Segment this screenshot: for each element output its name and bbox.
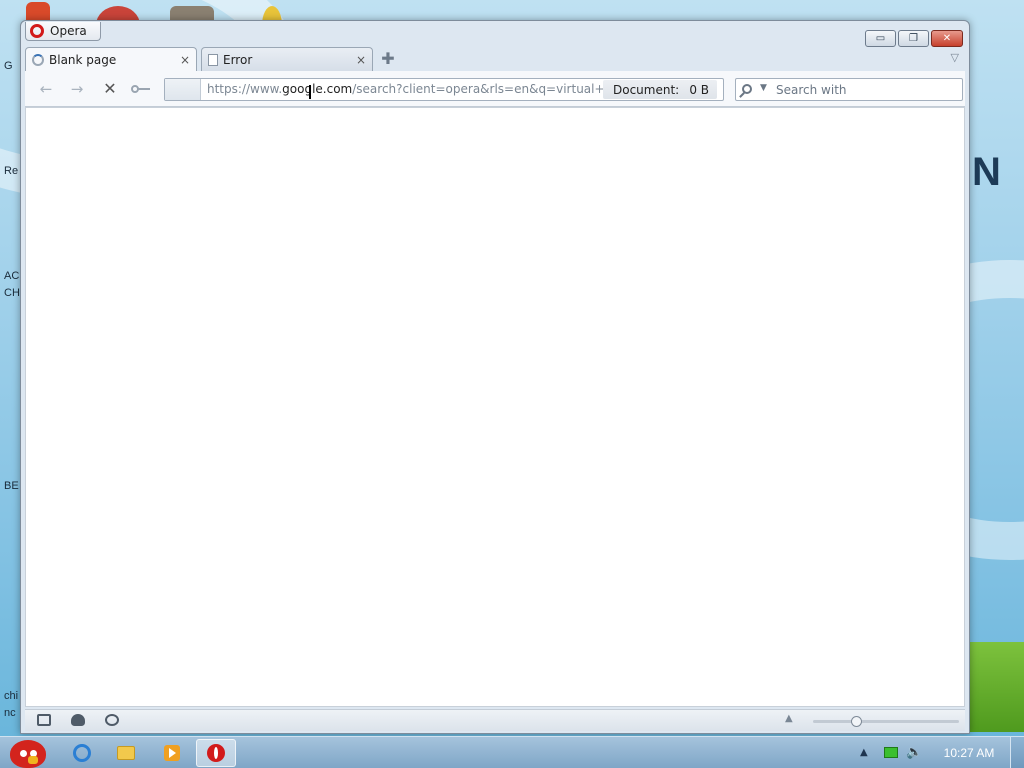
media-player-icon <box>164 745 180 761</box>
desktop-icon-label[interactable]: AC <box>4 270 19 282</box>
page-icon <box>208 53 218 66</box>
opera-logo-icon <box>30 24 44 38</box>
tab-error[interactable]: Error × <box>201 47 373 71</box>
opera-icon <box>207 744 225 762</box>
view-menu-arrow-icon[interactable]: ▲ <box>785 713 793 724</box>
taskbar-media-player[interactable] <box>152 739 192 767</box>
taskbar: ▲ 🔈 10:27 AM <box>0 736 1024 768</box>
key-shaft <box>138 88 150 90</box>
taskbar-internet-explorer[interactable] <box>62 739 102 767</box>
panel-toggle-icon[interactable] <box>37 714 51 726</box>
document-size: 0 B <box>689 82 709 97</box>
taskbar-file-explorer[interactable] <box>106 739 146 767</box>
close-window-button[interactable]: ✕ <box>931 30 963 47</box>
desktop-icon-label[interactable]: CH <box>4 287 20 299</box>
close-tab-icon[interactable]: × <box>180 53 190 67</box>
site-info-badge[interactable] <box>165 79 201 100</box>
url-domain: google.com <box>282 82 353 96</box>
tab-blank-page[interactable]: Blank page × <box>25 47 197 71</box>
volume-icon[interactable]: 🔈 <box>906 745 922 760</box>
restore-button[interactable]: ❐ <box>898 30 929 47</box>
document-size-indicator: Document: 0 B <box>603 80 717 99</box>
url-prefix: https://www. <box>207 82 283 96</box>
wallpaper-letter: N <box>972 150 1001 194</box>
turbo-speed-icon[interactable] <box>105 714 119 726</box>
opera-menu-label: Opera <box>50 24 87 38</box>
network-icon[interactable] <box>884 747 898 758</box>
opera-browser-window: Opera ▭ ❐ ✕ Blank page × Error × ✚ ▽ ← →… <box>20 20 970 734</box>
system-clock[interactable]: 10:27 AM <box>934 746 1004 760</box>
text-cursor-icon <box>309 85 311 99</box>
page-content[interactable] <box>25 107 965 707</box>
taskbar-opera[interactable] <box>196 739 236 767</box>
show-hidden-icons-icon[interactable]: ▲ <box>860 747 868 758</box>
loading-spinner-icon <box>32 53 44 66</box>
tab-menu-chevron-icon[interactable]: ▽ <box>951 51 959 64</box>
search-box[interactable]: ▼ Search with <box>735 78 963 101</box>
angry-bird-start-icon <box>10 740 46 768</box>
minimize-button[interactable]: ▭ <box>865 30 896 47</box>
bird-eye <box>20 750 27 757</box>
status-bar: ▲ <box>25 709 965 731</box>
wallpaper-grass <box>964 642 1024 732</box>
desktop-icon-label[interactable]: Re <box>4 165 18 177</box>
url-path: /search?client=opera&rls=en&q=virtual+bo… <box>352 82 609 96</box>
internet-explorer-icon <box>73 744 91 762</box>
opera-unite-cloud-icon[interactable] <box>71 714 85 726</box>
close-tab-icon[interactable]: × <box>356 53 366 67</box>
window-controls: ▭ ❐ ✕ <box>865 30 963 47</box>
start-button[interactable] <box>6 737 50 768</box>
bird-beak <box>28 756 38 764</box>
desktop-icon-label[interactable]: BE <box>4 480 19 492</box>
navigation-toolbar: ← → ✕ https://www.google.com/search?clie… <box>25 71 965 107</box>
back-button[interactable]: ← <box>35 79 57 99</box>
tab-label: Error <box>223 52 253 67</box>
folder-icon <box>117 746 135 760</box>
search-engine-dropdown-icon[interactable]: ▼ <box>760 83 767 93</box>
show-desktop-button[interactable] <box>1010 737 1024 768</box>
forward-button[interactable]: → <box>66 79 88 99</box>
tab-bar: Blank page × Error × ✚ ▽ <box>25 47 965 71</box>
password-key-icon[interactable] <box>131 84 151 94</box>
desktop-icon-label[interactable]: G <box>4 60 13 72</box>
address-url[interactable]: https://www.google.com/search?client=ope… <box>207 82 609 96</box>
opera-menu-button[interactable]: Opera <box>25 22 101 41</box>
tab-label: Blank page <box>49 52 117 67</box>
search-icon[interactable] <box>742 84 752 94</box>
zoom-slider[interactable] <box>813 716 959 727</box>
address-bar[interactable]: https://www.google.com/search?client=ope… <box>164 78 724 101</box>
zoom-slider-thumb[interactable] <box>851 716 862 727</box>
stop-button[interactable]: ✕ <box>99 79 121 99</box>
document-label: Document: <box>613 82 680 97</box>
desktop-icon-label[interactable]: nc <box>4 707 16 719</box>
search-input[interactable]: Search with <box>776 83 847 97</box>
new-tab-button[interactable]: ✚ <box>379 50 397 68</box>
desktop-icon-label[interactable]: chi <box>4 690 18 702</box>
